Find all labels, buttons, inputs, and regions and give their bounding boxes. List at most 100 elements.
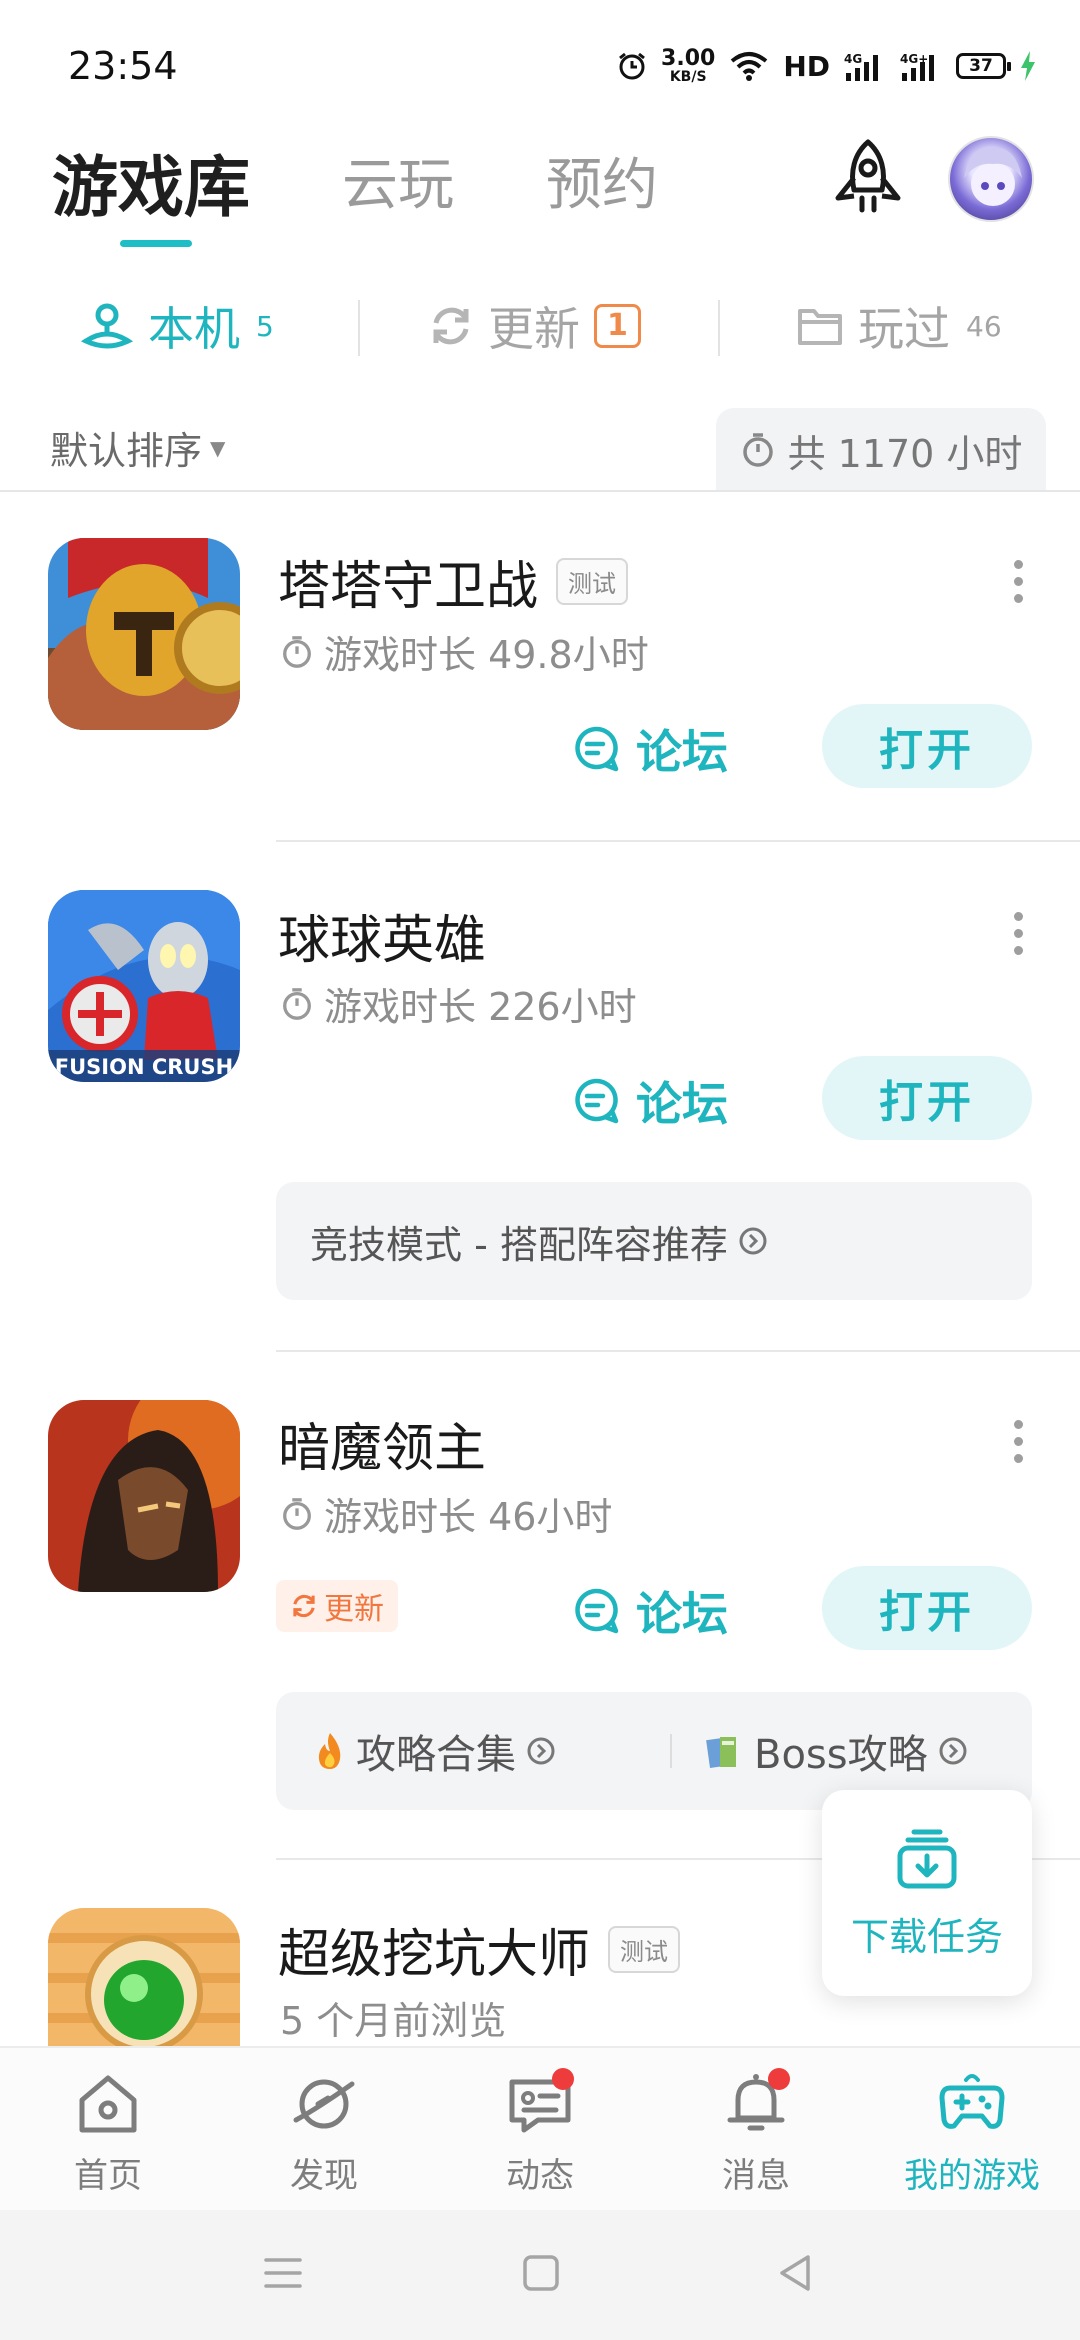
divider (0, 490, 1080, 492)
play-time: 游戏时长 46小时 (280, 1486, 612, 1541)
game-name: 球球英雄 (278, 911, 487, 971)
download-task-button[interactable]: 下载任务 (822, 1790, 1032, 1996)
forum-icon (575, 1078, 619, 1124)
game-title[interactable]: 暗魔领主 (278, 1406, 486, 1481)
refresh-icon (433, 307, 469, 345)
sort-dropdown[interactable]: 默认排序 ▼ (50, 420, 225, 475)
bottom-nav: 首页 发现 动态 消息 我的游戏 (0, 2046, 1080, 2210)
status-bar: 23:54 3.00 KB/S HD 4G 4G+ 37 (0, 0, 1080, 120)
svg-text:FUSION CRUSH: FUSION CRUSH (55, 1055, 233, 1079)
guide-collection-link[interactable]: 攻略合集 (314, 1692, 556, 1810)
net-speed-value: 3.00 (661, 46, 716, 71)
fire-icon (318, 1733, 341, 1769)
tab-game-library[interactable]: 游戏库 (52, 134, 250, 230)
subtab-updates-label: 更新 (488, 302, 580, 356)
folder-icon (798, 309, 842, 345)
subtab-played-count: 46 (966, 309, 1002, 343)
download-tray-icon (897, 1829, 957, 1888)
subtab-played[interactable]: 玩过 46 (796, 290, 1002, 362)
home-square-icon[interactable] (520, 2252, 562, 2294)
avatar-image (964, 147, 1022, 206)
subtab-divider (358, 300, 360, 356)
total-play-time: 共 1170 小时 (716, 408, 1046, 492)
subtab-local[interactable]: 本机 5 (80, 290, 274, 362)
update-button[interactable]: 更新 (276, 1580, 398, 1632)
last-viewed: 5 个月前浏览 (280, 1990, 506, 2045)
recommend-text: 竞技模式 - 搭配阵容推荐 (310, 1222, 728, 1267)
game-icon[interactable] (48, 1400, 240, 1592)
recommend-link[interactable]: 竞技模式 - 搭配阵容推荐 (276, 1182, 1032, 1300)
signal-icon-2: 4G+ (900, 52, 934, 81)
nav-discover[interactable]: 发现 (216, 2068, 432, 2197)
bell-icon (720, 2068, 792, 2140)
timer-icon (283, 987, 311, 1020)
net-speed-unit: KB/S (669, 69, 707, 85)
wifi-icon (731, 52, 768, 81)
play-time: 游戏时长 226小时 (280, 976, 637, 1031)
more-options-icon[interactable] (1014, 560, 1028, 611)
signal-icon-1: 4G (844, 52, 878, 81)
nav-feed[interactable]: 动态 (432, 2068, 648, 2197)
nav-my-games-label: 我的游戏 (904, 2156, 1040, 2196)
divider (276, 840, 1080, 842)
home-icon (79, 2075, 137, 2133)
system-navigation-bar (0, 2210, 1080, 2340)
books-icon (706, 1737, 736, 1768)
more-options-icon[interactable] (1014, 1420, 1028, 1471)
download-task-label: 下载任务 (850, 1914, 1003, 1959)
guide-divider (670, 1734, 672, 1768)
play-time-text: 游戏时长 226小时 (324, 985, 637, 1029)
subtab-divider (718, 300, 720, 356)
user-avatar[interactable] (948, 136, 1034, 222)
battery-level: 37 (969, 56, 993, 76)
sort-label: 默认排序 (50, 429, 203, 473)
game-title[interactable]: 塔塔守卫战 测试 (278, 544, 629, 619)
game-name: 超级挖坑大师 (278, 1925, 591, 1985)
forum-label: 论坛 (636, 725, 728, 779)
forum-button[interactable]: 论坛 (572, 716, 728, 782)
forum-button[interactable]: 论坛 (572, 1068, 728, 1134)
play-time-text: 游戏时长 49.8小时 (324, 633, 649, 677)
play-time: 游戏时长 49.8小时 (280, 624, 649, 679)
nav-my-games[interactable]: 我的游戏 (864, 2068, 1080, 2197)
back-icon[interactable] (774, 2252, 816, 2294)
local-device-icon (80, 303, 134, 349)
gamepad-icon (939, 2074, 1005, 2129)
forum-label: 论坛 (636, 1077, 728, 1131)
game-icon[interactable] (48, 538, 240, 730)
game-icon[interactable] (48, 1908, 240, 2046)
menu-icon[interactable] (262, 2252, 304, 2294)
forum-button[interactable]: 论坛 (572, 1578, 728, 1644)
rocket-icon[interactable] (830, 138, 906, 218)
forum-label: 论坛 (636, 1587, 728, 1641)
timer-icon (283, 1497, 311, 1530)
total-time-text: 共 1170 小时 (787, 431, 1023, 476)
nav-home[interactable]: 首页 (0, 2068, 216, 2197)
open-button[interactable]: 打开 (822, 1566, 1032, 1650)
svg-text:4G: 4G (844, 52, 862, 66)
game-title[interactable]: 超级挖坑大师 测试 (278, 1912, 681, 1987)
divider (276, 1350, 1080, 1352)
subtab-updates[interactable]: 更新 1 (428, 290, 641, 362)
alarm-icon (619, 52, 645, 80)
status-time: 23:54 (68, 44, 178, 88)
open-button[interactable]: 打开 (822, 1056, 1032, 1140)
tab-indicator (120, 240, 192, 247)
nav-messages[interactable]: 消息 (648, 2068, 864, 2197)
more-options-icon[interactable] (1014, 912, 1028, 963)
subtab-local-count: 5 (256, 309, 274, 343)
game-icon-image (48, 1908, 240, 2046)
charging-icon (1021, 51, 1035, 81)
nav-feed-label: 动态 (506, 2156, 574, 2196)
tab-cloud-play[interactable]: 云玩 (342, 140, 454, 221)
tab-reservation[interactable]: 预约 (546, 140, 658, 221)
open-button[interactable]: 打开 (822, 704, 1032, 788)
subtab-played-label: 玩过 (858, 302, 950, 356)
message-bubble-icon (504, 2068, 576, 2140)
nav-home-label: 首页 (74, 2156, 142, 2196)
test-tag: 测试 (608, 1926, 681, 1973)
game-title[interactable]: 球球英雄 (278, 898, 486, 973)
game-icon[interactable]: FUSION CRUSH (48, 890, 240, 1082)
net-speed: 3.00 KB/S (661, 46, 716, 85)
refresh-icon (293, 1594, 315, 1618)
